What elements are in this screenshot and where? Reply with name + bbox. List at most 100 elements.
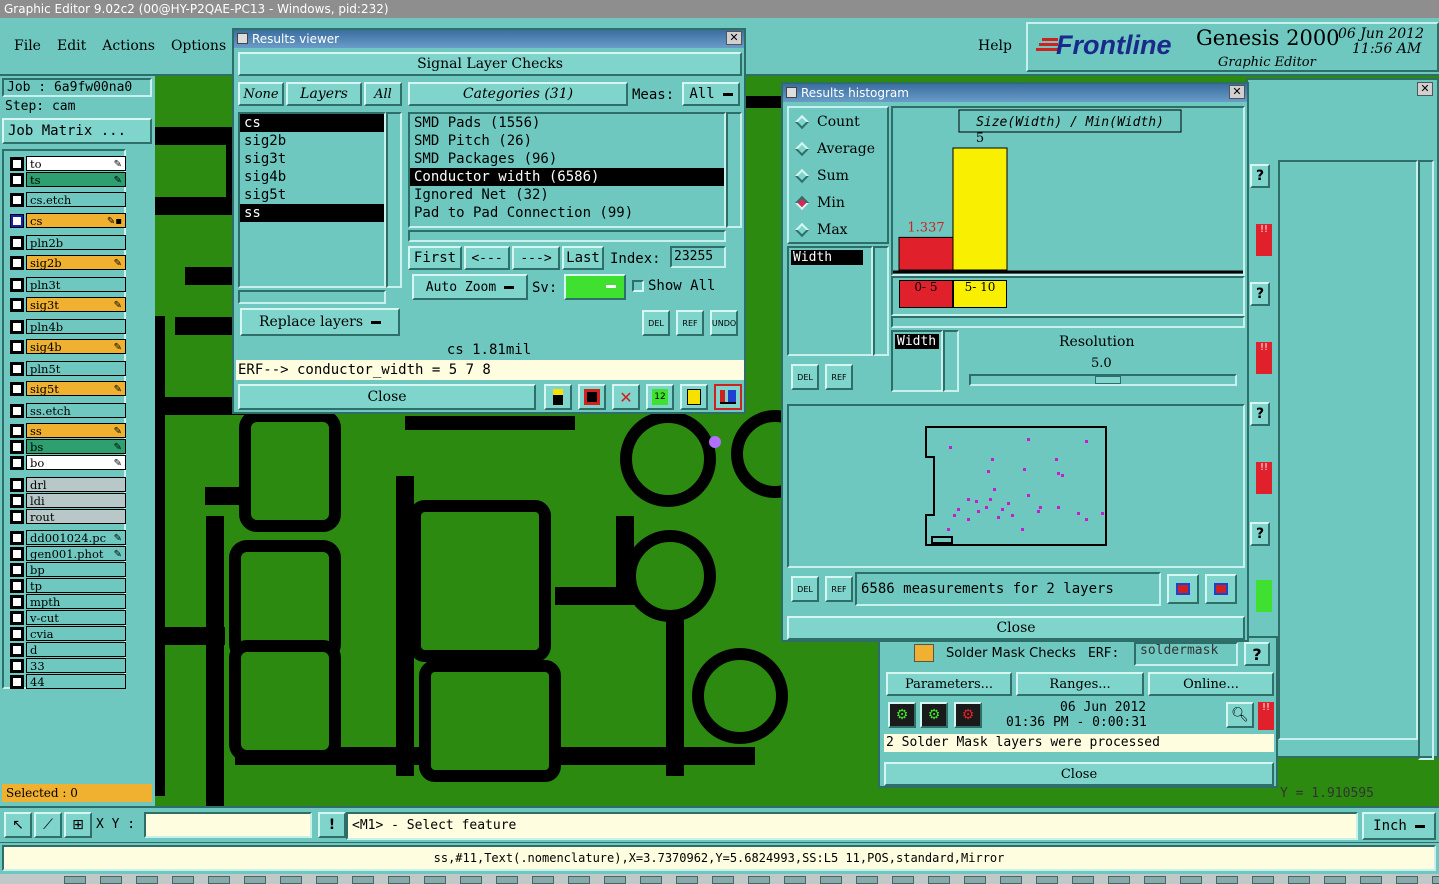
taskbar-item[interactable] bbox=[712, 876, 734, 884]
layer-checkbox[interactable] bbox=[10, 578, 24, 593]
counter-icon[interactable]: 12 bbox=[646, 384, 674, 410]
layer-row[interactable]: tp bbox=[10, 578, 126, 593]
layer-checkbox[interactable] bbox=[10, 297, 24, 312]
layer-row[interactable]: d bbox=[10, 642, 126, 657]
taskbar-item[interactable] bbox=[64, 876, 86, 884]
layer-name[interactable]: bo ✎ bbox=[26, 455, 126, 470]
category-item[interactable]: Conductor width (6586) bbox=[410, 168, 724, 186]
layer-row[interactable]: sig3t ✎ bbox=[10, 297, 126, 312]
layer-checkbox[interactable] bbox=[10, 213, 24, 228]
none-button[interactable]: None bbox=[238, 82, 284, 106]
run-all-icon[interactable]: ⚙ bbox=[920, 702, 948, 728]
menu-options[interactable]: Options bbox=[171, 38, 226, 54]
layer-row[interactable]: pln2b bbox=[10, 235, 126, 250]
results-close-button[interactable]: Close bbox=[238, 384, 536, 410]
highlight-icon[interactable] bbox=[544, 384, 572, 410]
measure-mode-icon[interactable]: ⟋ bbox=[34, 812, 62, 838]
layer-name[interactable]: gen001.phot ✎ bbox=[26, 546, 126, 561]
layer-checkbox[interactable] bbox=[10, 423, 24, 438]
resolution-slider-thumb[interactable] bbox=[1095, 376, 1121, 384]
ref-icon[interactable]: REF bbox=[676, 310, 704, 336]
solder-close-button[interactable]: Close bbox=[884, 762, 1274, 786]
ranges-button[interactable]: Ranges... bbox=[1016, 672, 1144, 696]
layer-row[interactable]: cs ✎▪ bbox=[10, 213, 126, 228]
layer-row[interactable]: gen001.phot ✎ bbox=[10, 546, 126, 561]
flag-icon[interactable] bbox=[578, 384, 606, 410]
taskbar-item[interactable] bbox=[532, 876, 554, 884]
layer-name[interactable]: sig2b ✎ bbox=[26, 255, 126, 270]
taskbar-item[interactable] bbox=[1432, 876, 1439, 884]
histogram-hscroll[interactable] bbox=[891, 316, 1245, 328]
taskbar-item[interactable] bbox=[1108, 876, 1130, 884]
taskbar-item[interactable] bbox=[424, 876, 446, 884]
export-icon[interactable] bbox=[1167, 574, 1199, 604]
layer-row[interactable]: 44 bbox=[10, 674, 126, 689]
layer-checkbox[interactable] bbox=[10, 594, 24, 609]
undo-icon[interactable]: UNDO bbox=[710, 310, 738, 336]
taskbar-item[interactable] bbox=[676, 876, 698, 884]
layer-checkbox[interactable] bbox=[10, 381, 24, 396]
stop-icon[interactable]: ⚙ bbox=[954, 702, 982, 728]
layer-name[interactable]: to ✎ bbox=[26, 156, 126, 171]
menu-help[interactable]: Help bbox=[978, 38, 1012, 54]
ref-icon[interactable]: REF bbox=[825, 364, 853, 390]
taskbar-item[interactable] bbox=[244, 876, 266, 884]
mode-radio-max[interactable]: Max bbox=[789, 216, 887, 243]
layer-name[interactable]: bs ✎ bbox=[26, 439, 126, 454]
layer-row[interactable]: bs ✎ bbox=[10, 439, 126, 454]
snap-icon[interactable]: ⊞ bbox=[64, 812, 92, 838]
taskbar-item[interactable] bbox=[100, 876, 122, 884]
del-icon[interactable]: DEL bbox=[642, 310, 670, 336]
taskbar-item[interactable] bbox=[1324, 876, 1346, 884]
taskbar-item[interactable] bbox=[208, 876, 230, 884]
layer-row[interactable]: dd001024.pc ✎ bbox=[10, 530, 126, 545]
range-label[interactable]: 0- 5 bbox=[899, 280, 953, 308]
layer-list-scrollbar[interactable] bbox=[386, 112, 402, 288]
layer-row[interactable]: mpth bbox=[10, 594, 126, 609]
layer-checkbox[interactable] bbox=[10, 192, 24, 207]
layer-name[interactable]: ss ✎ bbox=[26, 423, 126, 438]
mode-radio-min[interactable]: Min bbox=[789, 189, 887, 216]
layer-name[interactable]: 33 bbox=[26, 658, 126, 673]
layer-row[interactable]: sig5t ✎ bbox=[10, 381, 126, 396]
layer-row[interactable]: ldi bbox=[10, 493, 126, 508]
taskbar-item[interactable] bbox=[1288, 876, 1310, 884]
window-menu-icon[interactable] bbox=[237, 33, 248, 44]
ref-icon[interactable]: REF bbox=[825, 576, 853, 602]
taskbar-item[interactable] bbox=[280, 876, 302, 884]
layer-checkbox[interactable] bbox=[10, 255, 24, 270]
results-layer-list[interactable]: cs sig2b sig3t sig4b sig5t ss bbox=[238, 112, 386, 288]
category-item[interactable]: Ignored Net (32) bbox=[410, 186, 724, 204]
layer-name[interactable]: ldi bbox=[26, 493, 126, 508]
layer-checkbox[interactable] bbox=[10, 361, 24, 376]
close-icon[interactable]: ✕ bbox=[726, 31, 742, 45]
all-button[interactable]: All bbox=[364, 82, 402, 106]
taskbar-item[interactable] bbox=[1144, 876, 1166, 884]
layer-checkbox[interactable] bbox=[10, 626, 24, 641]
layer-checkbox[interactable] bbox=[10, 530, 24, 545]
layer-checkbox[interactable] bbox=[10, 674, 24, 689]
layer-row[interactable]: sig2b ✎ bbox=[10, 255, 126, 270]
job-matrix-button[interactable]: Job Matrix ... bbox=[2, 118, 152, 144]
layer-name[interactable]: pln3t bbox=[26, 277, 126, 292]
layer-name[interactable]: mpth bbox=[26, 594, 126, 609]
taskbar-item[interactable] bbox=[496, 876, 518, 884]
layer-checkbox[interactable] bbox=[10, 235, 24, 250]
layer-row[interactable]: v-cut bbox=[10, 610, 126, 625]
next-button[interactable]: ---> bbox=[512, 246, 560, 270]
index-input[interactable]: 23255 bbox=[670, 246, 726, 268]
layer-name[interactable]: cs.etch bbox=[26, 192, 126, 207]
taskbar-item[interactable] bbox=[172, 876, 194, 884]
resolution-param-list[interactable]: Width bbox=[891, 330, 943, 392]
layer-checkbox[interactable] bbox=[10, 509, 24, 524]
layer-checkbox[interactable] bbox=[10, 658, 24, 673]
layers-button[interactable]: Layers bbox=[286, 82, 362, 106]
ignore-ref-icon[interactable]: ✕ bbox=[612, 384, 640, 410]
taskbar-item[interactable] bbox=[820, 876, 842, 884]
taskbar-item[interactable] bbox=[748, 876, 770, 884]
taskbar-item[interactable] bbox=[1216, 876, 1238, 884]
alert-icon[interactable]: ! bbox=[318, 812, 346, 838]
layer-row[interactable]: pln3t bbox=[10, 277, 126, 292]
layer-row[interactable]: bo ✎ bbox=[10, 455, 126, 470]
import-icon[interactable] bbox=[1205, 574, 1237, 604]
